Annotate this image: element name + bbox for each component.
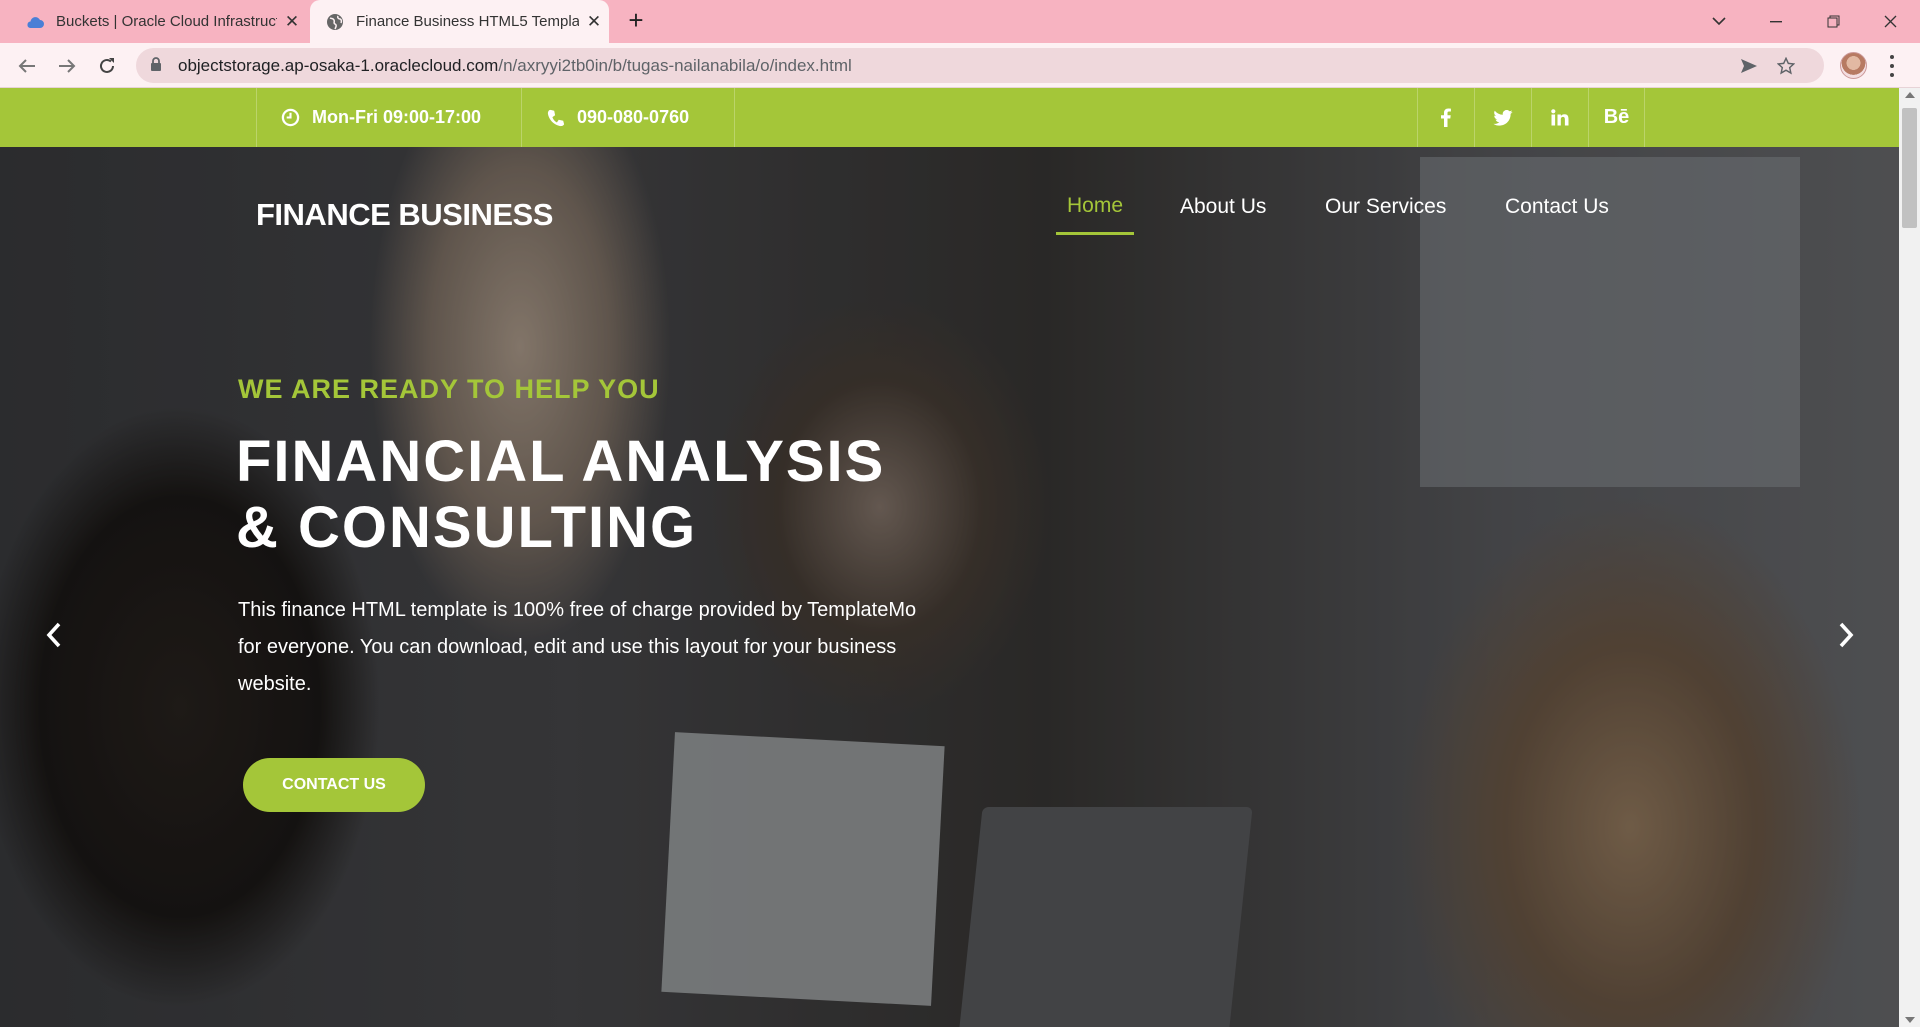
reload-icon[interactable] bbox=[90, 49, 124, 83]
phone-icon bbox=[547, 109, 565, 127]
hero-overlay bbox=[0, 147, 1899, 1027]
phone-number[interactable]: 090-080-0760 bbox=[521, 88, 735, 147]
twitter-icon[interactable] bbox=[1474, 88, 1531, 147]
tab-title: Finance Business HTML5 Template bbox=[356, 13, 579, 30]
opening-hours: Mon-Fri 09:00-17:00 bbox=[256, 88, 521, 147]
scrollbar-thumb[interactable] bbox=[1902, 108, 1917, 228]
cloud-icon bbox=[24, 11, 46, 33]
address-bar[interactable]: objectstorage.ap-osaka-1.oraclecloud.com… bbox=[136, 48, 1824, 83]
restore-button[interactable] bbox=[1805, 0, 1861, 43]
hero-description-line-2: for everyone. You can download, edit and… bbox=[238, 636, 897, 658]
contact-info-bar: Mon-Fri 09:00-17:00 090-080-0760 Bē bbox=[0, 88, 1899, 147]
tab-finance-business[interactable]: Finance Business HTML5 Template ✕ bbox=[310, 0, 609, 43]
page-viewport: Mon-Fri 09:00-17:00 090-080-0760 Bē FINA… bbox=[0, 88, 1899, 1027]
close-tab-icon[interactable]: ✕ bbox=[579, 12, 609, 32]
page-scrollbar[interactable] bbox=[1899, 88, 1920, 1027]
hero-description: This finance HTML template is 100% free … bbox=[238, 592, 958, 703]
tab-search-icon[interactable] bbox=[1691, 0, 1747, 43]
chevron-right-icon[interactable] bbox=[1826, 615, 1866, 655]
back-arrow-icon[interactable] bbox=[10, 49, 44, 83]
close-window-button[interactable] bbox=[1862, 0, 1918, 43]
close-tab-icon[interactable]: ✕ bbox=[277, 12, 307, 32]
url-text: objectstorage.ap-osaka-1.oraclecloud.com… bbox=[178, 56, 852, 75]
nav-about-us[interactable]: About Us bbox=[1180, 179, 1266, 235]
browser-toolbar: objectstorage.ap-osaka-1.oraclecloud.com… bbox=[0, 43, 1920, 88]
lock-icon[interactable] bbox=[150, 57, 162, 77]
scroll-up-icon[interactable] bbox=[1905, 92, 1915, 98]
hero-slider: FINANCE BUSINESS Home About Us Our Servi… bbox=[0, 147, 1899, 1027]
minimize-button[interactable] bbox=[1748, 0, 1804, 43]
phone-text: 090-080-0760 bbox=[577, 107, 690, 127]
tab-title: Buckets | Oracle Cloud Infrastructure bbox=[56, 13, 277, 30]
nav-our-services[interactable]: Our Services bbox=[1325, 179, 1446, 235]
behance-label: Bē bbox=[1603, 106, 1630, 128]
nav-contact-us[interactable]: Contact Us bbox=[1505, 179, 1609, 235]
profile-avatar[interactable] bbox=[1840, 52, 1867, 79]
contact-us-button[interactable]: CONTACT US bbox=[243, 758, 425, 812]
hero-title-line-2: & CONSULTING bbox=[236, 495, 698, 560]
browser-menu-icon[interactable] bbox=[1882, 53, 1902, 79]
tab-oracle-buckets[interactable]: Buckets | Oracle Cloud Infrastructure ✕ bbox=[0, 0, 307, 43]
behance-icon[interactable]: Bē bbox=[1588, 88, 1645, 147]
globe-icon bbox=[324, 11, 346, 33]
facebook-icon[interactable] bbox=[1417, 88, 1474, 147]
hours-text: Mon-Fri 09:00-17:00 bbox=[312, 107, 482, 127]
nav-home[interactable]: Home bbox=[1056, 179, 1134, 235]
scroll-down-icon[interactable] bbox=[1905, 1017, 1915, 1023]
hero-title: FINANCIAL ANALYSIS & CONSULTING bbox=[236, 429, 885, 561]
hero-description-line-1: This finance HTML template is 100% free … bbox=[238, 599, 917, 621]
hero-description-line-3: website. bbox=[238, 673, 312, 695]
send-icon[interactable] bbox=[1739, 56, 1759, 76]
clock-icon bbox=[281, 108, 300, 127]
forward-arrow-icon[interactable] bbox=[50, 49, 84, 83]
new-tab-button[interactable]: + bbox=[622, 7, 650, 35]
chevron-left-icon[interactable] bbox=[34, 615, 74, 655]
hero-title-line-1: FINANCIAL ANALYSIS bbox=[236, 429, 886, 494]
linkedin-icon[interactable] bbox=[1531, 88, 1588, 147]
bookmark-star-icon[interactable] bbox=[1776, 56, 1796, 76]
site-logo[interactable]: FINANCE BUSINESS bbox=[256, 197, 553, 233]
hero-eyebrow: WE ARE READY TO HELP YOU bbox=[238, 374, 660, 404]
browser-tab-bar: Buckets | Oracle Cloud Infrastructure ✕ … bbox=[0, 0, 1920, 43]
